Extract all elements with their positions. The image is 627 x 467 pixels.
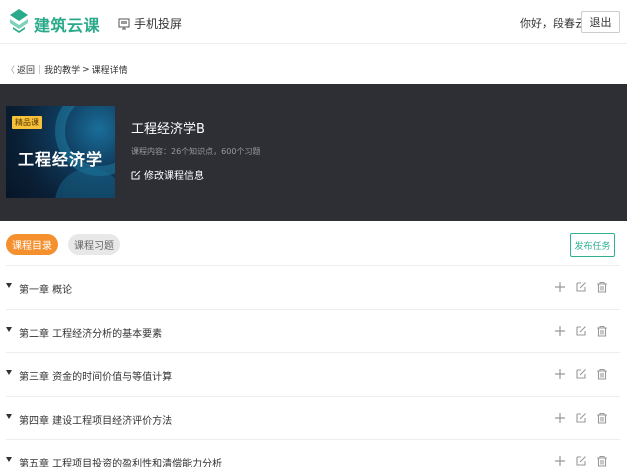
trash-icon[interactable] (596, 368, 608, 380)
chapter-row[interactable]: 第一章 概论 (6, 265, 620, 309)
chapter-title[interactable]: 第四章 建设工程项目经济评价方法 (19, 412, 172, 427)
edit-icon[interactable] (575, 281, 587, 293)
cover-decoration (55, 168, 115, 198)
course-banner: 精品课 工程经济学 (0, 84, 627, 221)
course-cover-image: 精品课 工程经济学 (6, 106, 115, 198)
breadcrumb: 〈 返回 | 我的教学 > 课程详情 (6, 63, 128, 77)
publish-task-button[interactable]: 发布任务 (570, 233, 615, 257)
chapter-title[interactable]: 第一章 概论 (19, 281, 72, 296)
plus-icon[interactable] (554, 455, 566, 467)
edit-course-info-label: 修改课程信息 (144, 171, 204, 182)
trash-icon[interactable] (596, 325, 608, 337)
edit-icon (131, 170, 141, 179)
tab-course-catalog[interactable]: 课程目录 (6, 234, 58, 255)
chapter-title[interactable]: 第五章 工程项目投资的盈利性和清偿能力分析 (19, 455, 222, 467)
expand-triangle-icon[interactable] (6, 370, 12, 375)
chapter-row[interactable]: 第三章 资金的时间价值与等值计算 (6, 352, 620, 396)
chapter-actions (545, 412, 608, 424)
plus-icon[interactable] (554, 412, 566, 424)
screen-cast-icon (118, 18, 130, 29)
edit-icon[interactable] (575, 455, 587, 467)
top-header: 建筑云课 手机投屏 你好，段春云 退出 (0, 0, 627, 44)
breadcrumb-back-link[interactable]: 返回 (17, 63, 35, 76)
logo-icon (10, 9, 28, 33)
plus-icon[interactable] (554, 368, 566, 380)
mobile-cast-button[interactable]: 手机投屏 (118, 15, 182, 32)
breadcrumb-parent-link[interactable]: 我的教学 (44, 63, 80, 76)
plus-icon[interactable] (554, 325, 566, 337)
chapter-list: 第一章 概论第二章 工程经济分析的基本要素 第三章 资金的时间价值与等值计算 第四章… (6, 265, 620, 467)
logout-button[interactable]: 退出 (581, 11, 620, 33)
back-chevron-icon: 〈 (6, 66, 16, 76)
edit-icon[interactable] (575, 412, 587, 424)
chapter-title[interactable]: 第三章 资金的时间价值与等值计算 (19, 368, 172, 383)
breadcrumb-arrow: > (82, 64, 90, 75)
trash-icon[interactable] (596, 455, 608, 467)
brand-name: 建筑云课 (34, 16, 101, 35)
plus-icon[interactable] (554, 281, 566, 293)
edit-icon[interactable] (575, 325, 587, 337)
chapter-actions (545, 325, 608, 337)
course-meta: 课程内容：26个知识点，600个习题 (131, 147, 261, 156)
chapter-row[interactable]: 第五章 工程项目投资的盈利性和清偿能力分析 (6, 439, 620, 467)
user-greeting: 你好，段春云 (520, 17, 586, 30)
course-title: 工程经济学B (131, 122, 205, 137)
chapter-actions (545, 281, 608, 293)
trash-icon[interactable] (596, 412, 608, 424)
trash-icon[interactable] (596, 281, 608, 293)
expand-triangle-icon[interactable] (6, 413, 12, 419)
expand-triangle-icon[interactable] (6, 283, 12, 288)
breadcrumb-current: 课程详情 (91, 66, 128, 76)
cast-label: 手机投屏 (134, 17, 183, 31)
edit-course-info-link[interactable]: 修改课程信息 (131, 167, 204, 182)
edit-icon[interactable] (575, 368, 587, 380)
cover-title: 工程经济学 (17, 150, 103, 169)
expand-triangle-icon[interactable] (6, 326, 12, 332)
chapter-row[interactable]: 第四章 建设工程项目经济评价方法 (6, 395, 620, 440)
breadcrumb-separator: | (38, 64, 42, 75)
premium-badge: 精品课 (12, 116, 42, 129)
tab-course-exercises[interactable]: 课程习题 (68, 234, 120, 255)
chapter-actions (545, 455, 608, 467)
chapter-actions (545, 368, 608, 380)
chapter-title[interactable]: 第二章 工程经济分析的基本要素 (19, 325, 162, 340)
expand-triangle-icon[interactable] (6, 457, 12, 462)
chapter-row[interactable]: 第二章 工程经济分析的基本要素 (6, 308, 620, 353)
